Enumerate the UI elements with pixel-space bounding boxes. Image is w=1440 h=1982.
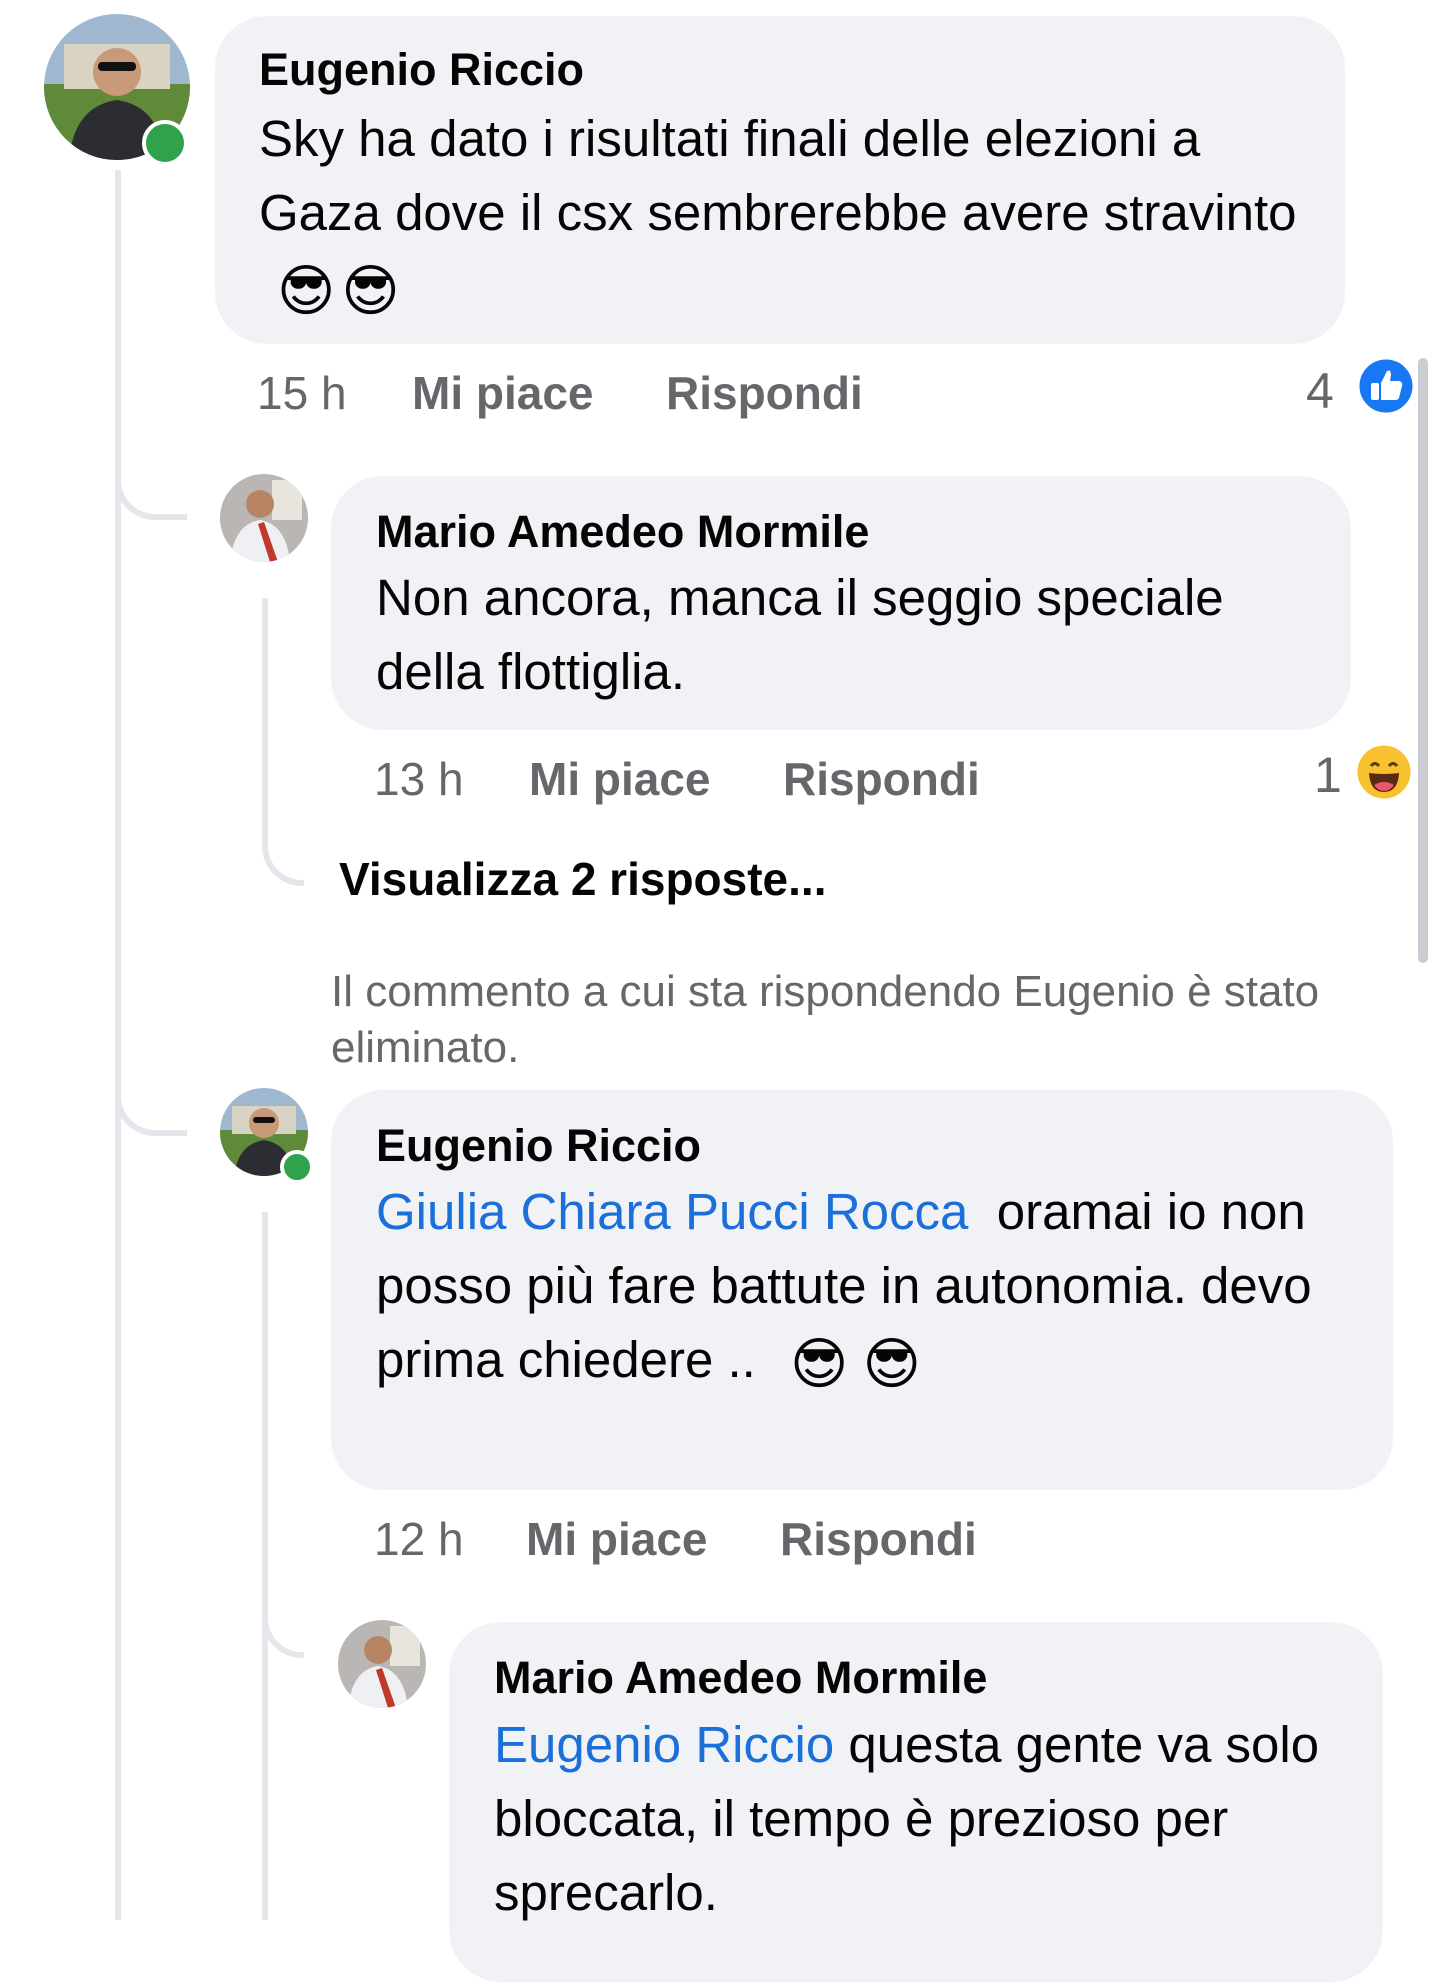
comment-text-4: Eugenio Riccio questa gente va solo bloc… bbox=[494, 1708, 1364, 1930]
avatar-mario-amedeo-mormile[interactable] bbox=[220, 474, 308, 562]
thread-connector-2 bbox=[115, 1030, 187, 1136]
view-replies-link[interactable]: Visualizza 2 risposte... bbox=[339, 852, 826, 906]
comment-time-2: 13 h bbox=[374, 753, 464, 805]
online-status-indicator bbox=[280, 1150, 314, 1184]
like-button-1[interactable]: Mi piace bbox=[412, 366, 594, 420]
scrollbar[interactable] bbox=[1418, 358, 1428, 963]
avatar-photo bbox=[338, 1620, 426, 1708]
comment-time-3: 12 h bbox=[374, 1513, 464, 1565]
comment-author-2[interactable]: Mario Amedeo Mormile bbox=[376, 506, 869, 558]
laugh-emoji-icon[interactable] bbox=[1354, 742, 1414, 802]
avatar-mario-amedeo-mormile[interactable] bbox=[338, 1620, 426, 1708]
comment-author-1[interactable]: Eugenio Riccio bbox=[259, 44, 584, 96]
comment-author-4[interactable]: Mario Amedeo Mormile bbox=[494, 1652, 987, 1704]
comment-text-2: Non ancora, manca il seggio speciale del… bbox=[376, 569, 1224, 700]
mention-link[interactable]: Giulia Chiara Pucci Rocca bbox=[376, 1183, 968, 1240]
sunglasses-emoji-icon: 😎 bbox=[790, 1331, 849, 1395]
like-button-2[interactable]: Mi piace bbox=[529, 752, 711, 806]
reply-button-2[interactable]: Rispondi bbox=[783, 752, 980, 806]
avatar-photo bbox=[220, 474, 308, 562]
like-button-3[interactable]: Mi piace bbox=[526, 1512, 708, 1566]
thread-connector-1 bbox=[115, 420, 187, 520]
thread-connector-3 bbox=[262, 1560, 304, 1658]
like-icon[interactable] bbox=[1356, 356, 1416, 416]
online-status-indicator bbox=[142, 120, 188, 166]
comment-author-3[interactable]: Eugenio Riccio bbox=[376, 1120, 701, 1172]
comment-time-1: 15 h bbox=[257, 367, 347, 419]
comment-body-1: Sky ha dato i risultati finali delle ele… bbox=[259, 110, 1297, 241]
sunglasses-emoji-icon: 😎😎 bbox=[277, 258, 406, 322]
mention-link[interactable]: Eugenio Riccio bbox=[494, 1716, 834, 1773]
deleted-comment-notice: Il commento a cui sta rispondendo Eugeni… bbox=[331, 967, 1320, 1072]
comment-text-3: Giulia Chiara Pucci Rocca oramai io non … bbox=[376, 1175, 1356, 1401]
reply-button-1[interactable]: Rispondi bbox=[666, 366, 863, 420]
reply-button-3[interactable]: Rispondi bbox=[780, 1512, 977, 1566]
comment-text-1: Sky ha dato i risultati finali delle ele… bbox=[259, 102, 1319, 328]
reaction-count-2[interactable]: 1 bbox=[1314, 746, 1342, 804]
reaction-count-1[interactable]: 4 bbox=[1306, 362, 1334, 420]
thread-connector-replies bbox=[262, 780, 304, 886]
sunglasses-emoji-icon: 😎 bbox=[862, 1331, 921, 1395]
